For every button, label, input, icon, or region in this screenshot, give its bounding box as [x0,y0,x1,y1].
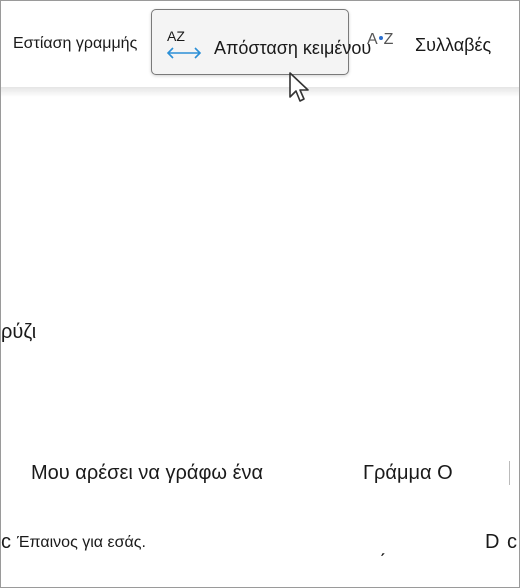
praise-prefix-letter: c [1,531,11,553]
word-rice-fragment: ρύζι [1,321,37,343]
mouse-pointer-icon [289,72,309,102]
praise-for-you-text: Έπαινος για εσάς. [17,534,146,551]
column-divider [509,461,510,485]
sentence-i-like-to-write: Μου αρέσει να γράφω ένα [31,462,264,484]
reader-window: Εστίαση γραμμής AZ Απόσταση κειμένου AZ … [0,0,520,588]
tone-mark: ˏ [379,535,386,557]
text-spacing-button[interactable]: AZ Απόσταση κειμένου [151,9,371,75]
text-spacing-icon-letters: AZ [167,28,185,44]
sentence-letter-o: Γράμμα Ο [363,462,453,484]
double-arrow-icon [166,47,202,59]
syllables-icon-a: A [367,31,378,48]
line-focus-button[interactable]: Εστίαση γραμμής [13,35,137,53]
toolbar-shadow [1,87,519,97]
syllables-button[interactable]: Συλλαβές [415,35,491,56]
text-spacing-icon: AZ [166,28,202,60]
reader-toolbar: Εστίαση γραμμής AZ Απόσταση κειμένου AZ … [1,1,519,89]
letter-d: D [485,531,500,553]
letter-c-edge: c [507,531,517,553]
text-spacing-label: Απόσταση κειμένου [214,38,372,58]
syllables-dot-icon [378,36,383,41]
syllables-icon: AZ [367,31,393,49]
syllables-icon-z: Z [383,31,394,48]
